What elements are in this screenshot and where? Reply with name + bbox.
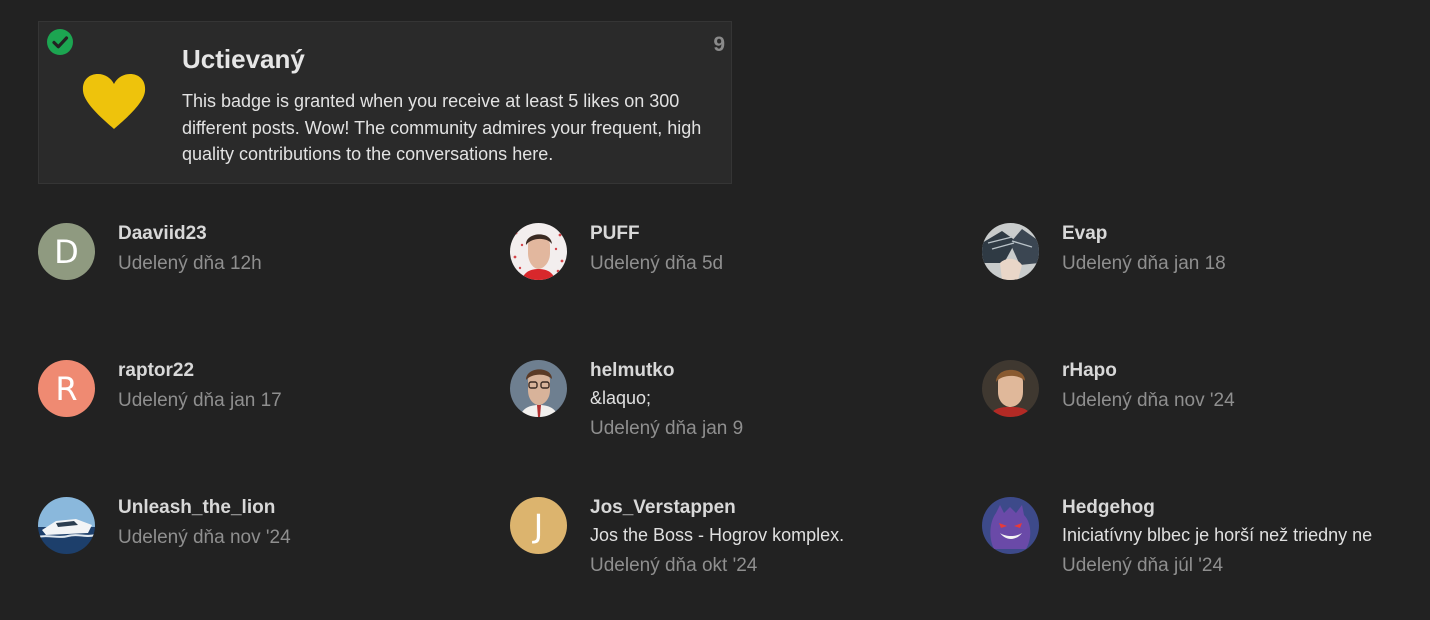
avatar[interactable]: [510, 360, 567, 417]
avatar[interactable]: J: [510, 497, 567, 554]
grantee-card: Evap Udelený dňa jan 18: [982, 223, 1402, 343]
avatar-letter: R: [55, 369, 78, 408]
badge-description: This badge is granted when you receive a…: [182, 91, 702, 164]
username-link[interactable]: raptor22: [118, 360, 194, 382]
badge-card: 9 Uctievaný This badge is granted when y…: [38, 21, 732, 184]
avatar[interactable]: [982, 360, 1039, 417]
avatar[interactable]: [982, 223, 1039, 280]
grantee-card: R raptor22 Udelený dňa jan 17: [38, 360, 458, 480]
avatar-photo-man-portrait: [510, 223, 567, 280]
granted-date[interactable]: Udelený dňa 12h: [118, 253, 262, 275]
username-link[interactable]: Jos_Verstappen: [590, 497, 736, 519]
heart-icon: [80, 71, 148, 133]
granted-date[interactable]: Udelený dňa jan 9: [590, 418, 743, 440]
avatar-photo-shoes: [982, 223, 1039, 280]
username-link[interactable]: Hedgehog: [1062, 497, 1155, 519]
avatar-photo-gengar: [982, 497, 1039, 554]
avatar[interactable]: [982, 497, 1039, 554]
grantee-card: J Jos_Verstappen Jos the Boss - Hogrov k…: [510, 497, 930, 617]
username-link[interactable]: Evap: [1062, 223, 1107, 245]
avatar[interactable]: [38, 497, 95, 554]
granted-date[interactable]: Udelený dňa okt '24: [590, 555, 757, 577]
check-circle-icon: [47, 29, 73, 55]
grantee-card: PUFF Udelený dňa 5d: [510, 223, 930, 343]
avatar-photo-boy: [982, 360, 1039, 417]
avatar-photo-man-glasses: [510, 360, 567, 417]
grantee-card: Hedgehog Iniciatívny blbec je horší než …: [982, 497, 1402, 617]
username-link[interactable]: Unleash_the_lion: [118, 497, 275, 519]
granted-date[interactable]: Udelený dňa nov '24: [118, 527, 291, 549]
granted-date[interactable]: Udelený dňa nov '24: [1062, 390, 1235, 412]
username-link[interactable]: rHapo: [1062, 360, 1117, 382]
grantee-card: D Daaviid23 Udelený dňa 12h: [38, 223, 458, 343]
avatar-photo-boat: [38, 497, 95, 554]
grantee-card: rHapo Udelený dňa nov '24: [982, 360, 1402, 480]
badge-page: 9 Uctievaný This badge is granted when y…: [0, 0, 1430, 620]
granted-date[interactable]: Udelený dňa jan 18: [1062, 253, 1226, 275]
username-link[interactable]: PUFF: [590, 223, 640, 245]
user-title: &laquo;: [590, 388, 652, 408]
grantee-card: helmutko &laquo; Udelený dňa jan 9: [510, 360, 930, 480]
grantee-card: Unleash_the_lion Udelený dňa nov '24: [38, 497, 458, 617]
avatar-letter: D: [54, 232, 79, 271]
avatar-letter: J: [533, 506, 544, 545]
username-link[interactable]: Daaviid23: [118, 223, 207, 245]
granted-date[interactable]: Udelený dňa júl '24: [1062, 555, 1223, 577]
badge-grant-count: 9: [713, 33, 725, 56]
username-link[interactable]: helmutko: [590, 360, 674, 382]
avatar[interactable]: [510, 223, 567, 280]
user-title: Iniciatívny blbec je horší než triedny n…: [1062, 525, 1373, 545]
badge-title[interactable]: Uctievaný: [182, 44, 305, 75]
avatar[interactable]: D: [38, 223, 95, 280]
granted-date[interactable]: Udelený dňa jan 17: [118, 390, 282, 412]
granted-date[interactable]: Udelený dňa 5d: [590, 253, 723, 275]
avatar[interactable]: R: [38, 360, 95, 417]
user-title: Jos the Boss - Hogrov komplex.: [590, 525, 845, 545]
